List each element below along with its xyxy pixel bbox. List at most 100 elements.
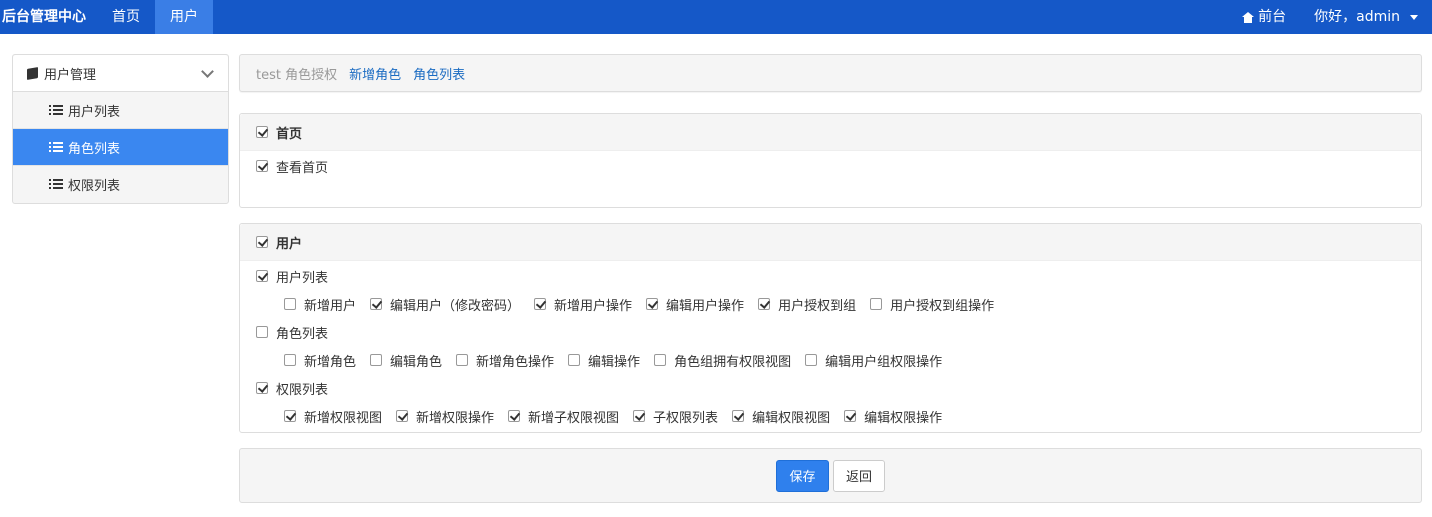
option[interactable]: 用户授权到组 bbox=[758, 295, 856, 314]
back-button[interactable]: 返回 bbox=[833, 459, 885, 492]
group-label: 权限列表 bbox=[276, 382, 329, 398]
option[interactable]: 新增权限视图 bbox=[284, 407, 382, 426]
option-label: 新增权限操作 bbox=[416, 410, 495, 426]
option-label: 角色组拥有权限视图 bbox=[674, 354, 792, 370]
option-label: 编辑角色 bbox=[390, 354, 443, 370]
option-label: 新增子权限视图 bbox=[528, 410, 620, 426]
sidebar-item-permissions[interactable]: 权限列表 bbox=[13, 166, 228, 203]
permission-group[interactable]: 查看首页 bbox=[240, 152, 1421, 180]
option-label: 用户授权到组操作 bbox=[890, 298, 995, 314]
list-icon bbox=[49, 179, 63, 190]
nav-home[interactable]: 首页 bbox=[98, 0, 154, 34]
breadcrumb-current: test 角色授权 bbox=[256, 67, 338, 83]
front-link[interactable]: 前台 bbox=[1228, 0, 1300, 34]
user-greeting: 你好，admin bbox=[1314, 9, 1400, 25]
sidebar-item-users[interactable]: 用户列表 bbox=[13, 92, 228, 129]
option-checkbox[interactable] bbox=[370, 298, 383, 310]
breadcrumb-role-list-link[interactable]: 角色列表 bbox=[413, 64, 465, 83]
panel-header[interactable]: 用户 bbox=[240, 224, 1421, 261]
panel-title: 首页 bbox=[276, 126, 303, 142]
group-checkbox[interactable] bbox=[256, 160, 268, 172]
permission-group-permission-list[interactable]: 权限列表 bbox=[240, 374, 1421, 402]
group-checkbox[interactable] bbox=[256, 326, 268, 338]
option[interactable]: 新增角色操作 bbox=[456, 351, 554, 370]
option-checkbox[interactable] bbox=[732, 410, 745, 422]
permission-panel-users: 用户 用户列表 新增用户 编辑用户（修改密码） 新增用户操作 编辑用户操作 用户… bbox=[239, 223, 1422, 433]
option-label: 新增角色操作 bbox=[476, 354, 555, 370]
option-checkbox[interactable] bbox=[284, 298, 296, 310]
nav-users[interactable]: 用户 bbox=[155, 0, 213, 34]
brand[interactable]: 后台管理中心 bbox=[0, 0, 98, 34]
option-label: 编辑操作 bbox=[588, 354, 641, 370]
sidebar-item-label: 权限列表 bbox=[68, 179, 121, 194]
option-checkbox[interactable] bbox=[654, 354, 667, 366]
front-label: 前台 bbox=[1258, 9, 1287, 25]
option-checkbox[interactable] bbox=[568, 354, 581, 366]
sidebar-item-label: 角色列表 bbox=[68, 141, 121, 157]
option-checkbox[interactable] bbox=[370, 354, 383, 366]
option[interactable]: 子权限列表 bbox=[633, 407, 718, 426]
option-checkbox[interactable] bbox=[758, 298, 771, 310]
sidebar: 用户管理 用户列表 角色列表 权限列表 bbox=[12, 54, 229, 204]
save-button[interactable]: 保存 bbox=[776, 459, 829, 492]
form-actions: 保存 返回 bbox=[239, 448, 1422, 503]
option[interactable]: 编辑用户（修改密码） bbox=[370, 295, 520, 314]
option-checkbox[interactable] bbox=[805, 354, 818, 366]
option-checkbox[interactable] bbox=[646, 298, 659, 310]
permission-options: 新增权限视图 新增权限操作 新增子权限视图 子权限列表 编辑权限视图 编辑权限操… bbox=[240, 402, 1421, 430]
panel-checkbox[interactable] bbox=[256, 236, 268, 248]
chevron-down-icon bbox=[201, 65, 214, 78]
permission-options: 新增角色 编辑角色 新增角色操作 编辑操作 角色组拥有权限视图 编辑用户组权限操… bbox=[240, 346, 1421, 374]
option[interactable]: 新增子权限视图 bbox=[508, 407, 619, 426]
permission-group-user-list[interactable]: 用户列表 bbox=[240, 262, 1421, 290]
option[interactable]: 用户授权到组操作 bbox=[870, 295, 994, 314]
option[interactable]: 新增用户操作 bbox=[534, 295, 632, 314]
panel-header[interactable]: 首页 bbox=[240, 114, 1421, 151]
option[interactable]: 编辑用户操作 bbox=[646, 295, 744, 314]
option[interactable]: 编辑权限视图 bbox=[732, 407, 830, 426]
option-checkbox[interactable] bbox=[508, 410, 521, 422]
permission-panel-home: 首页 查看首页 bbox=[239, 113, 1422, 208]
sidebar-item-label: 用户列表 bbox=[68, 104, 121, 120]
user-menu[interactable]: 你好，admin bbox=[1300, 0, 1432, 34]
option[interactable]: 编辑角色 bbox=[370, 351, 442, 370]
option[interactable]: 角色组拥有权限视图 bbox=[654, 351, 791, 370]
option-checkbox[interactable] bbox=[456, 354, 469, 366]
option-checkbox[interactable] bbox=[870, 298, 883, 310]
option-label: 编辑权限视图 bbox=[752, 410, 831, 426]
sidebar-header[interactable]: 用户管理 bbox=[13, 55, 228, 92]
group-label: 查看首页 bbox=[276, 160, 329, 176]
home-icon bbox=[1242, 11, 1255, 23]
option-label: 新增用户 bbox=[304, 298, 357, 314]
sidebar-title: 用户管理 bbox=[44, 67, 97, 83]
nav-right: 前台 你好，admin bbox=[1228, 0, 1432, 34]
group-checkbox[interactable] bbox=[256, 270, 268, 282]
permission-group-role-list[interactable]: 角色列表 bbox=[240, 318, 1421, 346]
option[interactable]: 编辑权限操作 bbox=[844, 407, 942, 426]
panel-title: 用户 bbox=[276, 236, 303, 252]
option-label: 新增用户操作 bbox=[554, 298, 633, 314]
sidebar-item-roles[interactable]: 角色列表 bbox=[13, 129, 228, 166]
option[interactable]: 新增角色 bbox=[284, 351, 356, 370]
option-label: 编辑用户（修改密码） bbox=[390, 298, 521, 314]
list-icon bbox=[49, 104, 63, 116]
caret-down-icon bbox=[1410, 14, 1418, 20]
option-label: 编辑用户组权限操作 bbox=[825, 354, 943, 370]
breadcrumb-add-role-link[interactable]: 新增角色 bbox=[349, 64, 401, 83]
option[interactable]: 新增用户 bbox=[284, 295, 356, 314]
option-checkbox[interactable] bbox=[396, 410, 409, 422]
option[interactable]: 编辑操作 bbox=[568, 351, 640, 370]
panel-checkbox[interactable] bbox=[256, 126, 268, 138]
option-checkbox[interactable] bbox=[844, 410, 857, 422]
top-navbar: 后台管理中心 首页 用户 前台 你好，admin bbox=[0, 0, 1432, 34]
option-checkbox[interactable] bbox=[284, 354, 296, 366]
option[interactable]: 编辑用户组权限操作 bbox=[805, 351, 942, 370]
option-label: 编辑用户操作 bbox=[666, 298, 745, 314]
option-checkbox[interactable] bbox=[284, 410, 296, 422]
group-checkbox[interactable] bbox=[256, 382, 268, 394]
option-checkbox[interactable] bbox=[633, 410, 646, 422]
breadcrumb: test 角色授权 新增角色 角色列表 bbox=[239, 54, 1422, 92]
option-label: 新增角色 bbox=[304, 354, 357, 370]
option-checkbox[interactable] bbox=[534, 298, 547, 310]
option[interactable]: 新增权限操作 bbox=[396, 407, 494, 426]
